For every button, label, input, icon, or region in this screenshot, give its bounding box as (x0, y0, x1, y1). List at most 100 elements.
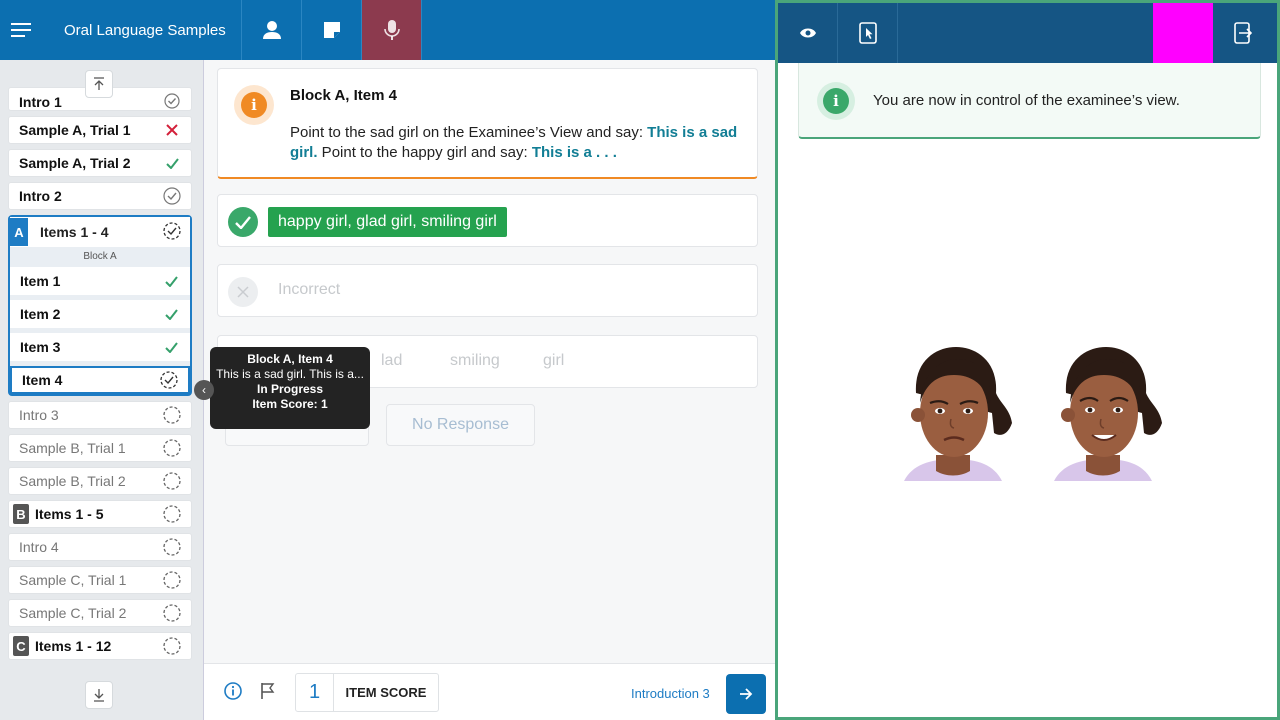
examinee-view-pane: i You are now in control of the examinee… (775, 0, 1280, 720)
scroll-to-bottom-button[interactable] (85, 681, 113, 709)
item-tooltip: Block A, Item 4 This is a sad girl. This… (210, 347, 370, 429)
highlight-marker (1153, 3, 1213, 63)
tooltip-score: Item Score: 1 (252, 397, 328, 411)
sidebar-item-item-2[interactable]: Item 2 (10, 300, 190, 328)
no-response-button[interactable]: No Response (386, 404, 535, 446)
sidebar-item-block-b[interactable]: B Items 1 - 5 (8, 500, 192, 528)
not-started-icon (163, 571, 181, 589)
sidebar-item-block-c[interactable]: C Items 1 - 12 (8, 632, 192, 660)
sidebar-item-label: Intro 3 (19, 407, 59, 423)
app-title: Oral Language Samples (42, 0, 242, 60)
examinee-toolbar (778, 3, 1277, 63)
control-examinee-button[interactable] (838, 3, 898, 63)
sidebar-item-sample-c-trial-2[interactable]: Sample C, Trial 2 (8, 599, 192, 627)
notes-button[interactable] (302, 0, 362, 60)
sidebar-item-label: Item 4 (22, 372, 63, 388)
person-icon (262, 21, 281, 39)
block-badge: A (10, 218, 28, 246)
word-chip[interactable]: girl (543, 352, 564, 370)
sidebar-item-label: Sample C, Trial 2 (19, 605, 127, 621)
examinee-info-button[interactable] (242, 0, 302, 60)
check-icon (163, 154, 181, 172)
not-started-icon (163, 406, 181, 424)
word-chip[interactable]: lad (381, 352, 402, 370)
item-list: Intro 1 Sample A, Trial 1 Sample A, Tria… (8, 87, 192, 665)
correct-answer-label: happy girl, glad girl, smiling girl (268, 207, 507, 237)
sidebar-item-intro-4[interactable]: Intro 4 (8, 533, 192, 561)
not-started-icon (163, 538, 181, 556)
microphone-icon (383, 20, 400, 40)
sidebar-item-item-1[interactable]: Item 1 (10, 267, 190, 295)
sidebar-item-intro-3[interactable]: Intro 3 (8, 401, 192, 429)
item-footer: 1 ITEM SCORE Introduction 3 (204, 663, 776, 720)
info-icon: i (234, 85, 274, 125)
sidebar-item-label: Intro 2 (19, 188, 62, 204)
exit-icon (1234, 22, 1252, 44)
next-button[interactable] (726, 674, 766, 714)
check-icon (162, 305, 180, 323)
control-notice: i You are now in control of the examinee… (798, 63, 1261, 139)
sidebar-item-label: Intro 4 (19, 539, 59, 555)
block-a-group: A Items 1 - 4 Block A Item 1 Item 2 Item… (8, 215, 192, 396)
in-progress-icon (163, 221, 181, 243)
arrow-right-icon (740, 688, 753, 700)
flag-icon[interactable] (260, 682, 276, 705)
tooltip-text: This is a sad girl. This is a... (216, 367, 364, 381)
happy-girl-image[interactable] (1046, 343, 1166, 493)
not-started-icon (163, 505, 181, 523)
sidebar-item-intro-2[interactable]: Intro 2 (8, 182, 192, 210)
item-score-box: 1 ITEM SCORE (295, 673, 439, 712)
menu-icon[interactable] (0, 0, 42, 60)
recording-button[interactable] (362, 0, 422, 60)
sidebar-item-sample-c-trial-1[interactable]: Sample C, Trial 1 (8, 566, 192, 594)
check-circle-icon (163, 187, 181, 205)
sidebar-item-item-4[interactable]: Item 4 (10, 366, 190, 394)
note-icon (323, 22, 340, 38)
sidebar-item-sample-b-trial-2[interactable]: Sample B, Trial 2 (8, 467, 192, 495)
sidebar-item-label: Sample A, Trial 1 (19, 122, 131, 138)
x-icon (228, 277, 258, 307)
sidebar-item-item-3[interactable]: Item 3 (10, 333, 190, 361)
sidebar-item-label: Item 2 (20, 306, 61, 322)
scroll-to-top-button[interactable] (85, 70, 113, 98)
not-started-icon (163, 604, 181, 622)
question-instructions: Point to the sad girl on the Examinee’s … (290, 124, 738, 161)
question-title: Block A, Item 4 (290, 87, 397, 104)
sidebar-item-label: Sample A, Trial 2 (19, 155, 131, 171)
tooltip-title: Block A, Item 4 (247, 352, 333, 366)
block-badge: B (13, 504, 29, 524)
word-chip[interactable]: smiling (450, 352, 500, 370)
incorrect-response-option[interactable]: Incorrect (217, 264, 758, 317)
view-toggle-button[interactable] (778, 3, 838, 63)
tablet-pointer-icon (858, 22, 877, 44)
sidebar-item-sample-b-trial-1[interactable]: Sample B, Trial 1 (8, 434, 192, 462)
sidebar-item-sample-a-trial-1[interactable]: Sample A, Trial 1 (8, 116, 192, 144)
item-score-value: 1 (296, 674, 334, 711)
sidebar-item-label: Items 1 - 12 (35, 638, 112, 654)
sidebar-item-label: Sample B, Trial 2 (19, 473, 126, 489)
info-circle-icon[interactable] (224, 682, 242, 705)
block-subtitle: Block A (83, 251, 117, 262)
sidebar-item-label: Item 1 (20, 273, 61, 289)
sidebar-item-label: Item 3 (20, 339, 61, 355)
sidebar-item-sample-a-trial-2[interactable]: Sample A, Trial 2 (8, 149, 192, 177)
arrow-up-icon (94, 77, 104, 90)
in-progress-icon (160, 371, 178, 389)
check-icon (228, 207, 258, 237)
block-a-header[interactable]: A Items 1 - 4 (10, 217, 190, 247)
item-score-label: ITEM SCORE (345, 685, 427, 700)
check-circle-icon (163, 92, 181, 110)
info-icon: i (817, 82, 855, 120)
exit-examinee-view-button[interactable] (1213, 3, 1273, 63)
check-icon (162, 338, 180, 356)
item-navigation-sidebar: Intro 1 Sample A, Trial 1 Sample A, Tria… (0, 60, 203, 720)
eye-icon (799, 28, 816, 38)
next-item-label: Introduction 3 (631, 686, 710, 701)
not-started-icon (163, 439, 181, 457)
collapse-sidebar-button[interactable]: ‹ (194, 380, 214, 400)
block-title: Items 1 - 4 (40, 224, 109, 240)
correct-response-option[interactable]: happy girl, glad girl, smiling girl (217, 194, 758, 247)
x-icon (163, 121, 181, 139)
arrow-down-icon (94, 689, 104, 702)
sad-girl-image[interactable] (896, 343, 1016, 493)
